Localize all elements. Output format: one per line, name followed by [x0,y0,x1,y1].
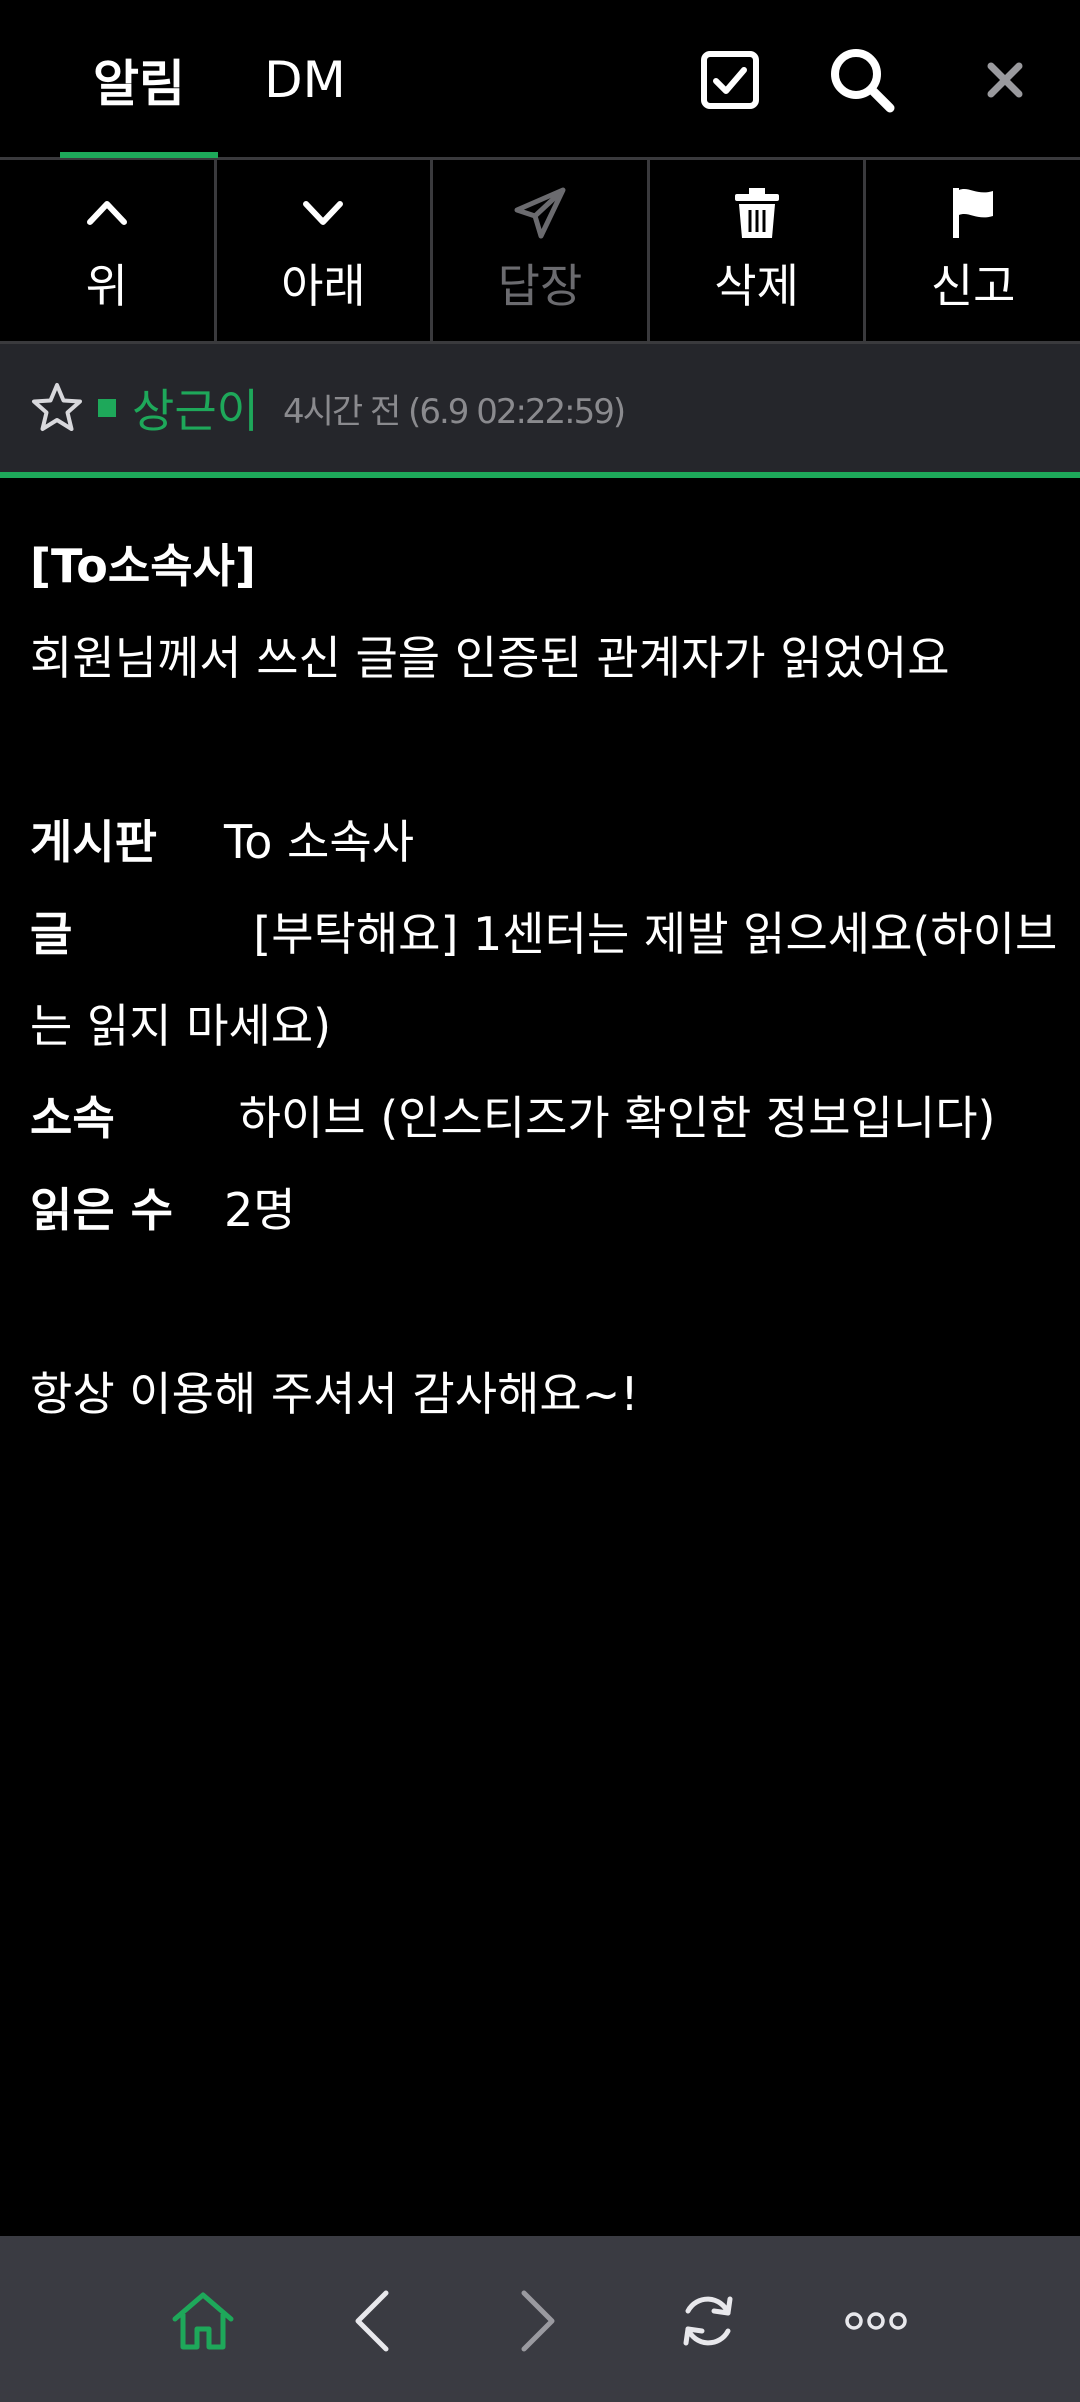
top-header: 알림 DM [0,0,1080,160]
field-value: 2명 [224,1183,296,1237]
up-button-label: 위 [85,258,128,313]
delete-button[interactable]: 삭제 [650,160,867,341]
report-button[interactable]: 신고 [866,160,1080,341]
field-value: 하이브 (인스티즈가 확인한 정보입니다) [224,1091,996,1145]
message-timestamp: 4시간 전 (6.9 02:22:59) [282,391,626,432]
search-icon[interactable] [822,40,902,120]
more-icon[interactable] [831,2276,921,2366]
field-label: 게시판 [30,815,157,869]
send-icon [513,186,567,240]
message-intro: 회원님께서 쓰신 글을 인증된 관계자가 읽었어요 [30,631,950,685]
field-board: 게시판 To 소속사 [30,796,1060,888]
online-indicator [98,399,116,417]
back-icon[interactable] [327,2276,417,2366]
field-read-count: 읽은 수 2명 [30,1164,1060,1256]
star-icon[interactable] [28,379,86,437]
trash-icon [730,186,784,240]
report-button-label: 신고 [930,258,1016,313]
delete-button-label: 삭제 [714,258,799,313]
field-label: 글 [30,907,73,961]
down-button[interactable]: 아래 [217,160,434,341]
field-label: 읽은 수 [30,1183,173,1237]
field-agency: 소속 하이브 (인스티즈가 확인한 정보입니다) [30,1072,1060,1164]
home-icon[interactable] [158,2276,248,2366]
tab-dm[interactable]: DM [250,0,360,160]
message-toolbar: 위 아래 답장 삭제 신고 [0,160,1080,344]
field-value[interactable]: [부탁해요] 1센터는 제발 읽으세요(하이브 [224,907,1057,961]
up-button[interactable]: 위 [0,160,217,341]
bottom-nav [0,2236,1080,2402]
chevron-down-icon [296,186,350,240]
reply-button-label: 답장 [497,258,583,313]
checkbox-icon[interactable] [690,40,770,120]
close-icon[interactable] [965,40,1045,120]
forward-icon[interactable] [493,2276,583,2366]
message-title: [To소속사] [30,539,256,593]
flag-icon [946,186,1000,240]
field-post: 글 [부탁해요] 1센터는 제발 읽으세요(하이브 [30,888,1060,980]
field-post-continued[interactable]: 는 읽지 마세요) [30,980,1060,1072]
down-button-label: 아래 [281,258,366,313]
sender-bar: 상근이 4시간 전 (6.9 02:22:59) [0,344,1080,478]
refresh-icon[interactable] [663,2276,753,2366]
tab-alarm[interactable]: 알림 [60,0,218,160]
field-value: To 소속사 [224,815,415,869]
sender-name[interactable]: 상근이 [132,375,259,441]
reply-button[interactable]: 답장 [433,160,650,341]
active-tab-indicator [60,152,218,158]
message-body: [To소속사] 회원님께서 쓰신 글을 인증된 관계자가 읽었어요 게시판 To … [30,520,1060,1440]
chevron-up-icon [80,186,134,240]
field-label: 소속 [30,1091,115,1145]
message-outro: 항상 이용해 주셔서 감사해요~! [30,1367,639,1421]
